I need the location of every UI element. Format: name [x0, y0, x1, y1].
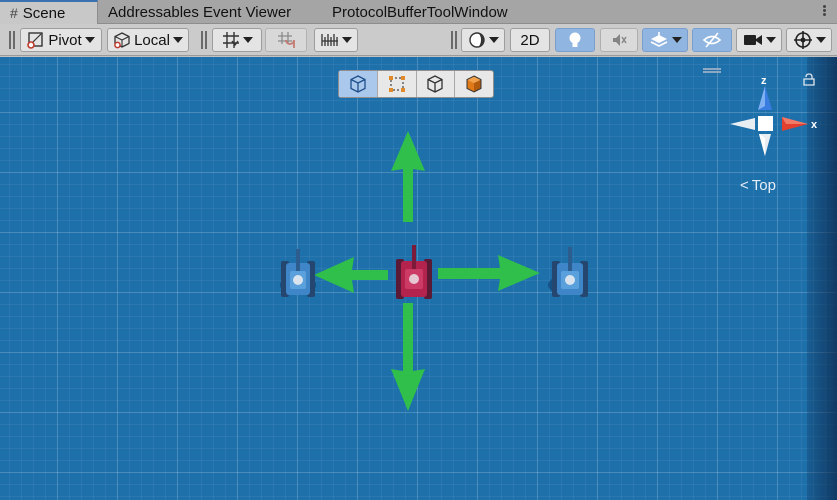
blue-tank-left[interactable]: [278, 241, 322, 303]
shading-mode-dropdown[interactable]: [461, 28, 505, 52]
more-options-icon[interactable]: [817, 4, 831, 18]
tab-scene-label: Scene: [22, 4, 66, 22]
outline-cube-icon: [425, 74, 445, 94]
wireframe-cube-icon: [348, 74, 368, 94]
shaded-mode-button[interactable]: [455, 71, 493, 97]
axis-neg-x-cone[interactable]: [730, 118, 755, 130]
hidden-objects-toggle[interactable]: [692, 28, 732, 52]
outline-mode-button[interactable]: [417, 71, 456, 97]
gizmo-center-cube[interactable]: [758, 116, 773, 131]
audio-icon: [610, 31, 628, 49]
shading-mode-icon: [468, 31, 486, 49]
view-orientation-label[interactable]: < Top: [740, 177, 776, 194]
toolbar-grip[interactable]: [451, 31, 457, 49]
arrow-right: [438, 255, 540, 291]
gizmos-icon: [793, 30, 813, 50]
effects-dropdown[interactable]: [642, 28, 688, 52]
grid-snap-button[interactable]: [212, 28, 262, 52]
lighting-toggle[interactable]: [555, 28, 595, 52]
rect-mode-button[interactable]: [378, 71, 417, 97]
ruler-icon: [320, 32, 339, 48]
audio-toggle[interactable]: [600, 28, 638, 52]
tab-protocol-buffer-tool-window[interactable]: ProtocolBufferToolWindow: [332, 0, 508, 24]
arrow-left: [314, 257, 388, 293]
blue-tank-right[interactable]: [544, 241, 594, 303]
scene-toolbar: Pivot Local 2D: [0, 24, 837, 56]
lock-icon: [803, 73, 815, 86]
chevron-down-icon: [172, 37, 183, 43]
chevron-down-icon: [84, 37, 95, 43]
pivot-label: Pivot: [48, 31, 82, 49]
overlay-collapse-handle[interactable]: [703, 68, 721, 73]
scene-grid-icon: #: [10, 5, 18, 21]
view-orientation-text: Top: [751, 177, 776, 194]
axis-z-label: z: [761, 75, 767, 87]
arrow-up: [391, 131, 425, 222]
arrow-down: [391, 303, 425, 411]
tab-scene[interactable]: # Scene: [0, 0, 98, 24]
axis-x-label: x: [811, 119, 818, 131]
chevron-down-icon: [671, 37, 682, 43]
chevron-down-icon: [488, 37, 499, 43]
chevron-down-icon: [765, 37, 776, 43]
toolbar-grip[interactable]: [9, 31, 15, 49]
increment-snap-button[interactable]: [265, 28, 307, 52]
window-tab-bar: # Scene Addressables Event Viewer Protoc…: [0, 0, 837, 24]
chevron-down-icon: [815, 37, 826, 43]
red-tank-center[interactable]: [394, 243, 436, 303]
gizmos-dropdown[interactable]: [786, 28, 832, 52]
hidden-objects-icon: [702, 31, 722, 49]
local-space-icon: [113, 31, 131, 49]
chevron-down-icon: [242, 37, 253, 43]
tab-addressables-label: Addressables Event Viewer: [108, 3, 292, 21]
camera-icon: [743, 32, 763, 48]
tab-addressables-event-viewer[interactable]: Addressables Event Viewer: [108, 0, 291, 24]
shaded-cube-icon: [464, 74, 484, 94]
tab-protocol-label: ProtocolBufferToolWindow: [332, 3, 508, 21]
lighting-icon: [567, 31, 583, 49]
chevron-left-icon: <: [740, 177, 749, 194]
pivot-icon: [27, 31, 45, 49]
pivot-dropdown[interactable]: Pivot: [20, 28, 102, 52]
effects-icon: [649, 31, 669, 49]
mode-2d-toggle[interactable]: 2D: [510, 28, 550, 52]
toolbar-grip[interactable]: [201, 31, 207, 49]
chevron-down-icon: [341, 37, 352, 43]
mode-2d-label: 2D: [520, 31, 540, 49]
grid-snap-icon: [222, 31, 240, 49]
draw-mode-toolbar: [338, 70, 494, 98]
camera-dropdown[interactable]: [736, 28, 782, 52]
increment-snap-icon: [277, 31, 295, 49]
scene-viewport[interactable]: z x < Top: [0, 57, 837, 500]
ruler-dropdown[interactable]: [314, 28, 358, 52]
wireframe-mode-button[interactable]: [339, 71, 378, 97]
local-dropdown[interactable]: Local: [107, 28, 189, 52]
rect-tool-icon: [387, 74, 407, 94]
local-label: Local: [134, 31, 170, 49]
